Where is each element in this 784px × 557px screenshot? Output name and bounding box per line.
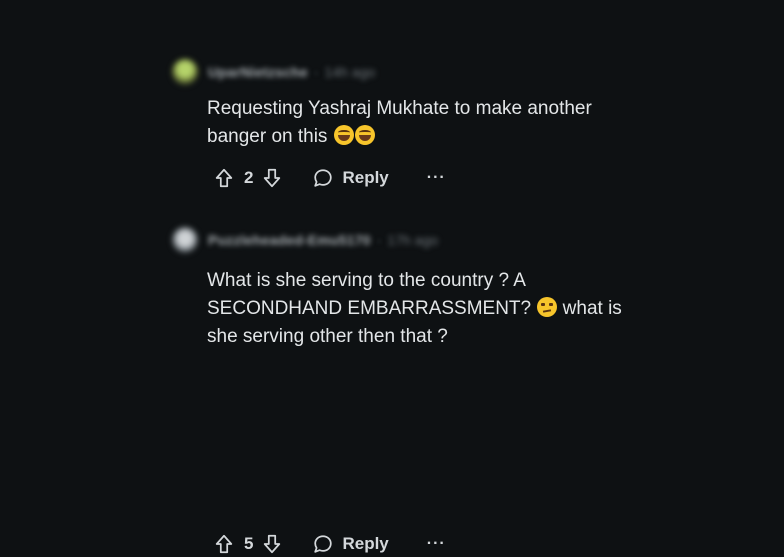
rolling-on-floor-laughing-emoji [354,125,375,145]
reply-button[interactable]: Reply [312,533,389,555]
comment-body: Requesting Yashraj Mukhate to make anoth… [207,95,627,151]
unamused-face-emoji [537,297,558,317]
reply-label: Reply [342,168,389,187]
username[interactable]: Puzzleheaded-Emu5170 [208,232,371,248]
comment-body: What is she serving to the country ? A S… [207,267,627,351]
timestamp: 17h ago [387,232,439,248]
comment-meta: UparNietzsche · 14h ago [172,54,375,90]
reply-label: Reply [342,534,389,553]
reply-bubble-icon [314,169,333,187]
vote-count: 5 [244,534,254,553]
downvote-icon[interactable] [260,532,284,556]
timestamp: 14h ago [324,64,376,80]
comment-actions: 5 Reply ··· [212,531,446,557]
more-options-icon[interactable]: ··· [427,169,446,187]
username[interactable]: UparNietzsche [208,64,308,80]
comment-text: Requesting Yashraj Mukhate to make anoth… [207,98,592,147]
reply-button[interactable]: Reply [312,167,389,189]
downvote-icon[interactable] [260,166,284,190]
meta-separator: · [376,232,382,248]
avatar[interactable] [172,227,198,253]
comment-meta: Puzzleheaded-Emu5170 · 17h ago [172,222,438,258]
reply-bubble-icon [314,535,333,553]
vote-count: 2 [244,168,254,187]
comment-text: What is she serving to the country ? A S… [207,270,532,319]
upvote-icon[interactable] [212,166,236,190]
meta-separator: · [313,64,319,80]
more-options-icon[interactable]: ··· [427,535,446,553]
upvote-icon[interactable] [212,532,236,556]
rolling-on-floor-laughing-emoji [333,125,354,145]
comment-actions: 2 Reply ··· [212,165,446,191]
avatar[interactable] [172,59,198,85]
